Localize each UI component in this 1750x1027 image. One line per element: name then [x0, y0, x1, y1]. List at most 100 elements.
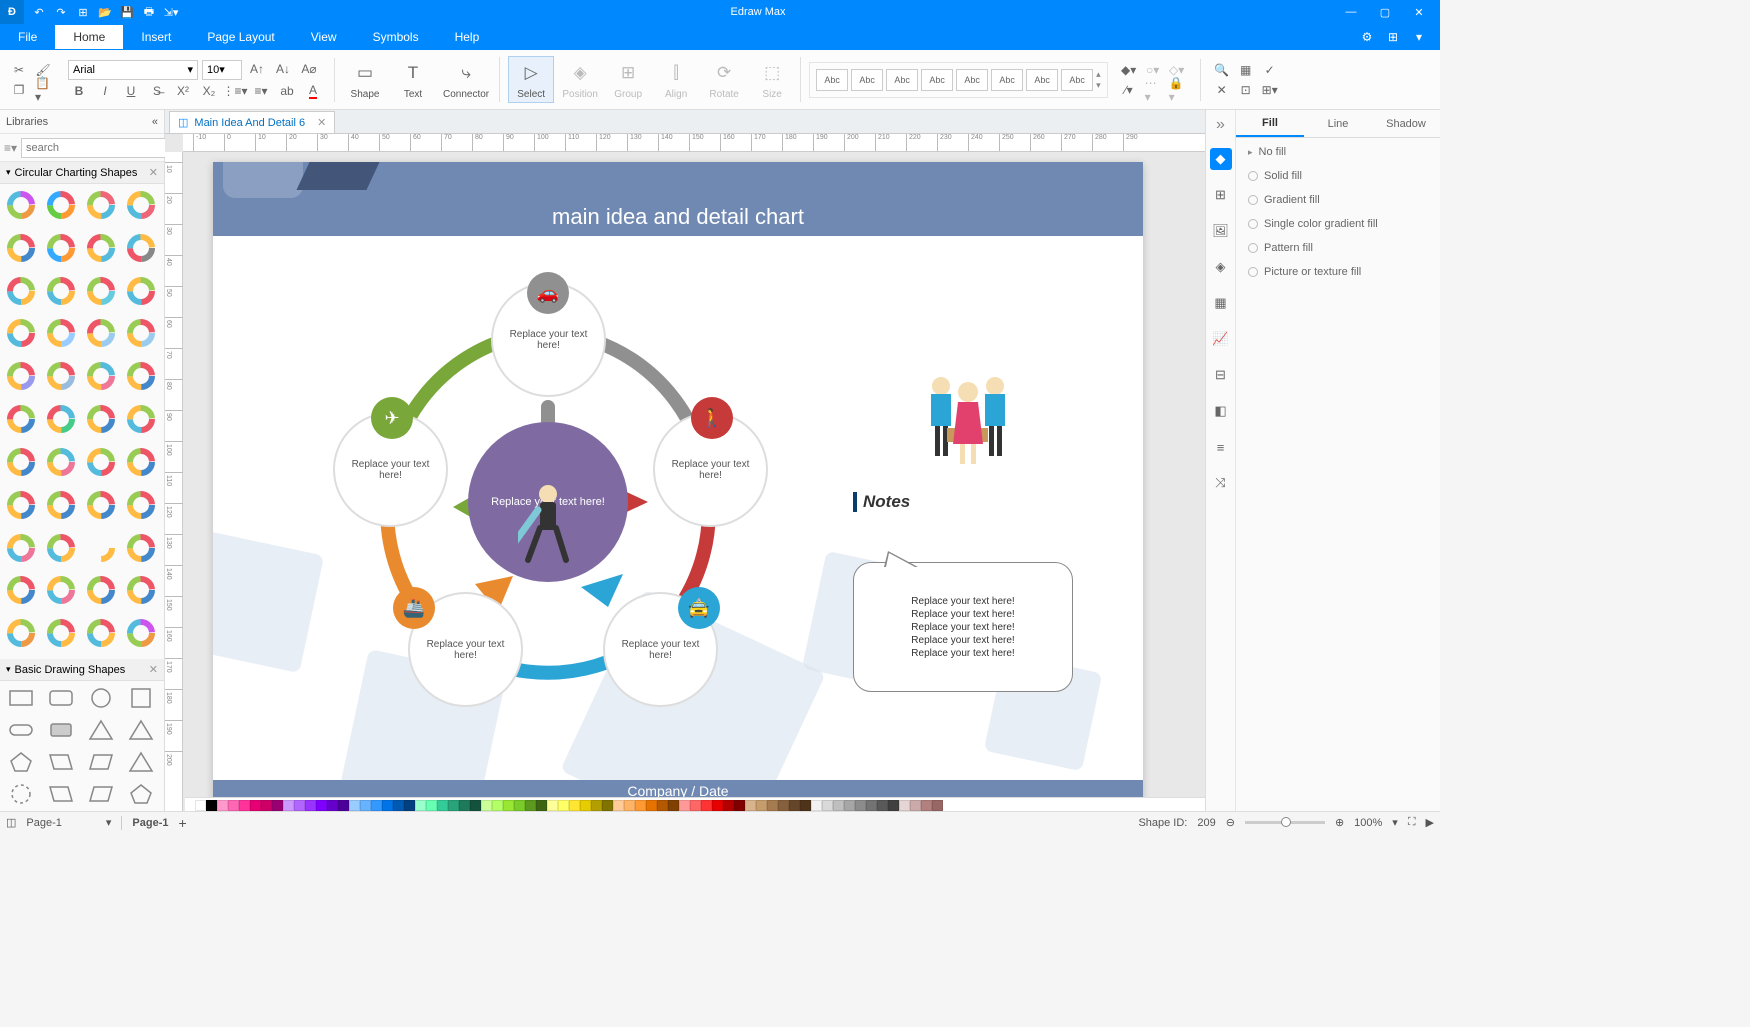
color-swatch[interactable]: [206, 800, 217, 811]
menu-insert[interactable]: Insert: [123, 25, 189, 49]
italic-button[interactable]: I: [94, 82, 116, 100]
color-swatch[interactable]: [503, 800, 514, 811]
shape-thumb[interactable]: [124, 231, 158, 265]
color-swatch[interactable]: [316, 800, 327, 811]
collapse-ribbon-icon[interactable]: ▾: [1410, 28, 1428, 46]
subscript-button[interactable]: X₂: [198, 82, 220, 100]
color-swatch[interactable]: [811, 800, 822, 811]
shape-thumb[interactable]: [44, 231, 78, 265]
color-swatch[interactable]: [833, 800, 844, 811]
color-swatch[interactable]: [437, 800, 448, 811]
color-swatch[interactable]: [426, 800, 437, 811]
expand-right-panel-icon[interactable]: »: [1216, 116, 1225, 134]
select-tool-button[interactable]: ▷: [513, 59, 549, 87]
zoom-slider[interactable]: [1245, 821, 1325, 824]
shape-thumb[interactable]: [4, 359, 38, 393]
numbering-button[interactable]: ≡▾: [250, 82, 272, 100]
color-swatch[interactable]: [470, 800, 481, 811]
shape-thumb[interactable]: [124, 616, 158, 650]
color-swatch[interactable]: [217, 800, 228, 811]
shape-thumb[interactable]: [124, 749, 158, 775]
shape-thumb[interactable]: [4, 685, 38, 711]
color-swatch[interactable]: [657, 800, 668, 811]
shape-thumb[interactable]: [124, 685, 158, 711]
menu-help[interactable]: Help: [437, 25, 498, 49]
color-swatch[interactable]: [547, 800, 558, 811]
shrink-font-button[interactable]: A↓: [272, 60, 294, 78]
circular-diagram[interactable]: Replace your text here! Replace your tex…: [303, 242, 793, 732]
color-swatch[interactable]: [734, 800, 745, 811]
category-basic[interactable]: ▾Basic Drawing Shapes✕: [0, 659, 164, 681]
image-icon[interactable]: 🖼: [1210, 220, 1232, 242]
chart-icon[interactable]: 📈: [1210, 328, 1232, 350]
strike-button[interactable]: S̶: [146, 82, 168, 100]
style-preset-5[interactable]: Abc: [956, 69, 988, 91]
fill-single-gradient[interactable]: Single color gradient fill: [1248, 218, 1428, 230]
shape-thumb[interactable]: [124, 359, 158, 393]
shape-thumb[interactable]: [84, 402, 118, 436]
shape-thumb[interactable]: [4, 231, 38, 265]
superscript-button[interactable]: X²: [172, 82, 194, 100]
color-swatch[interactable]: [932, 800, 943, 811]
shape-thumb[interactable]: [4, 488, 38, 522]
color-swatch[interactable]: [756, 800, 767, 811]
group-button[interactable]: ⊞: [610, 59, 646, 87]
fill-none[interactable]: ▸No fill: [1248, 146, 1428, 158]
shape-thumb[interactable]: [84, 445, 118, 479]
style-preset-8[interactable]: Abc: [1061, 69, 1093, 91]
underline-button[interactable]: U: [120, 82, 142, 100]
shape-thumb[interactable]: [84, 359, 118, 393]
menu-home[interactable]: Home: [55, 25, 123, 49]
shape-thumb[interactable]: [124, 573, 158, 607]
shape-thumb[interactable]: [124, 445, 158, 479]
shape-thumb[interactable]: [44, 274, 78, 308]
color-swatch[interactable]: [613, 800, 624, 811]
shape-thumb[interactable]: [84, 316, 118, 350]
fill-tab[interactable]: Fill: [1236, 110, 1304, 137]
color-swatch[interactable]: [360, 800, 371, 811]
grow-font-button[interactable]: A↑: [246, 60, 268, 78]
color-swatch[interactable]: [646, 800, 657, 811]
center-node[interactable]: Replace your text here!: [468, 422, 628, 582]
font-select[interactable]: Arial▾: [68, 60, 198, 80]
color-swatch[interactable]: [239, 800, 250, 811]
lock-button[interactable]: 🔒▾: [1166, 81, 1188, 99]
zoom-in-button[interactable]: ⊕: [1335, 816, 1344, 829]
line-button[interactable]: ∕▾: [1118, 81, 1140, 99]
color-swatch[interactable]: [844, 800, 855, 811]
color-swatch[interactable]: [888, 800, 899, 811]
color-swatch[interactable]: [272, 800, 283, 811]
dash-button[interactable]: ⋯▾: [1142, 81, 1164, 99]
color-swatch[interactable]: [624, 800, 635, 811]
color-swatch[interactable]: [921, 800, 932, 811]
shape-thumb[interactable]: [124, 316, 158, 350]
notes-callout[interactable]: Replace your text here! Replace your tex…: [853, 562, 1073, 692]
color-swatch[interactable]: [261, 800, 272, 811]
color-swatch[interactable]: [778, 800, 789, 811]
color-swatch[interactable]: [690, 800, 701, 811]
shape-tool-button[interactable]: ▭: [347, 59, 383, 87]
add-page-button[interactable]: +: [179, 815, 187, 831]
protect-button[interactable]: ⊡: [1235, 81, 1257, 99]
shape-thumb[interactable]: [4, 402, 38, 436]
color-swatch[interactable]: [789, 800, 800, 811]
menu-page-layout[interactable]: Page Layout: [189, 25, 292, 49]
distribute-button[interactable]: ⊞▾: [1259, 81, 1281, 99]
shape-thumb[interactable]: [84, 573, 118, 607]
page[interactable]: main idea and detail chart: [213, 162, 1143, 802]
color-swatch[interactable]: [393, 800, 404, 811]
color-swatch[interactable]: [481, 800, 492, 811]
shuffle-icon[interactable]: ⤨: [1210, 472, 1232, 494]
shape-thumb[interactable]: [124, 781, 158, 807]
cut-button[interactable]: ✂: [8, 61, 30, 79]
copy-button[interactable]: ❐: [8, 81, 30, 99]
data-icon[interactable]: ◧: [1210, 400, 1232, 422]
shape-thumb[interactable]: [44, 717, 78, 743]
shape-thumb[interactable]: [4, 717, 38, 743]
notes-heading[interactable]: Notes: [853, 492, 910, 512]
find-button[interactable]: 🔍: [1211, 61, 1233, 79]
shape-thumb[interactable]: [44, 531, 78, 565]
new-button[interactable]: ⊞: [74, 3, 92, 21]
apps-icon[interactable]: ⊞: [1384, 28, 1402, 46]
color-swatch[interactable]: [668, 800, 679, 811]
